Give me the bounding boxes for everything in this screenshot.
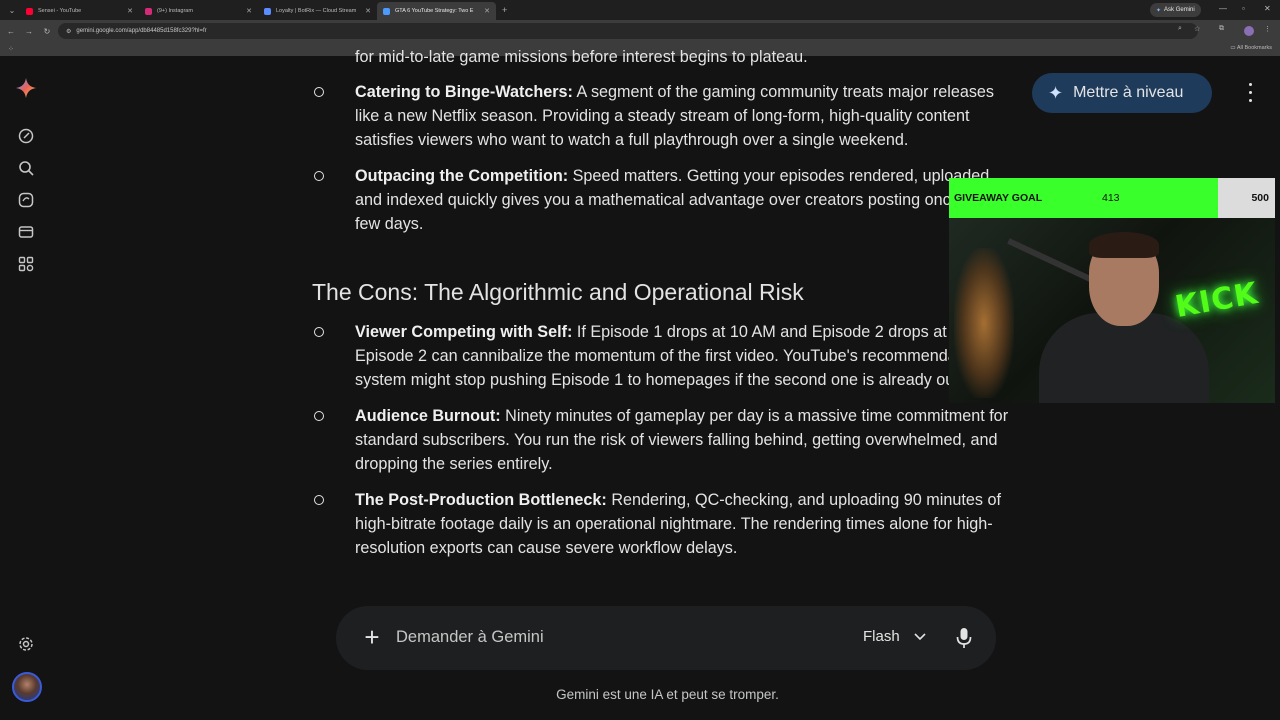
prompt-input-box[interactable]: + Demander à Gemini Flash xyxy=(336,606,996,670)
gemini-logo-icon[interactable] xyxy=(16,78,36,98)
hollow-bullet-icon xyxy=(314,411,324,421)
tab-title: (9+) Instagram xyxy=(157,8,193,14)
hollow-bullet-icon xyxy=(314,495,324,505)
browser-tab[interactable]: Loyalty | BotRix — Cloud Stream ✕ xyxy=(258,2,377,20)
webcam-person-hair xyxy=(1089,232,1159,258)
webcam-person-body xyxy=(1039,313,1209,403)
add-attachment-icon[interactable]: + xyxy=(360,624,384,650)
browser-tab[interactable]: Sensei - YouTube ✕ xyxy=(20,2,139,20)
model-label: Flash xyxy=(863,628,900,645)
url-text: gemini.google.com/app/db84485d158fc329?h… xyxy=(76,28,207,34)
goal-target-count: 500 xyxy=(1251,192,1269,204)
new-chat-icon[interactable] xyxy=(16,126,36,146)
list-item-title: Audience Burnout: xyxy=(355,407,501,425)
library-icon[interactable] xyxy=(16,222,36,242)
close-tab-icon[interactable]: ✕ xyxy=(365,7,371,15)
folder-icon: ▭ xyxy=(1230,45,1236,51)
apps-icon[interactable] xyxy=(16,254,36,274)
webcam-mic-arm xyxy=(1007,238,1096,284)
instagram-favicon-icon xyxy=(145,7,152,15)
tab-title: GTA 6 YouTube Strategy: Two E xyxy=(395,8,474,14)
bookmark-star-icon[interactable]: ☆ xyxy=(1194,25,1200,33)
close-tab-icon[interactable]: ✕ xyxy=(127,7,133,15)
more-options-icon[interactable] xyxy=(1240,80,1260,104)
address-bar[interactable]: ⚙ gemini.google.com/app/db84485d158fc329… xyxy=(58,23,1198,39)
kick-neon-sign: KICK xyxy=(1172,275,1262,326)
search-icon[interactable] xyxy=(16,158,36,178)
hollow-bullet-icon xyxy=(314,171,324,181)
hollow-bullet-icon xyxy=(314,327,324,337)
extensions-icon[interactable]: ⧉ xyxy=(1219,25,1224,33)
all-bookmarks-button[interactable]: ▭ All Bookmarks xyxy=(1230,45,1272,51)
giveaway-goal-bar: GIVEAWAY GOAL 413 500 xyxy=(949,178,1275,218)
prompt-placeholder[interactable]: Demander à Gemini xyxy=(396,628,544,647)
maximize-icon[interactable]: ▫ xyxy=(1242,4,1245,13)
browser-tab-bar: ⌄ Sensei - YouTube ✕ (9+) Instagram ✕ Lo… xyxy=(0,0,1280,20)
goal-current-count: 413 xyxy=(1102,192,1120,204)
ask-gemini-button[interactable]: ✦ Ask Gemini xyxy=(1150,3,1201,17)
webcam-overlay: KICK xyxy=(949,218,1275,403)
list-item-text: Catering to Binge-Watchers: A segment of… xyxy=(355,80,1020,152)
list-item-title: Viewer Competing with Self: xyxy=(355,323,573,341)
list-item-title: The Post-Production Bottleneck: xyxy=(355,491,607,509)
settings-gear-icon[interactable] xyxy=(16,634,36,654)
all-bookmarks-label: All Bookmarks xyxy=(1236,45,1272,51)
left-rail xyxy=(0,56,52,720)
model-selector[interactable]: Flash xyxy=(863,628,926,645)
list-item-text: Outpacing the Competition: Speed matters… xyxy=(355,164,1020,236)
minimize-icon[interactable]: — xyxy=(1219,4,1227,13)
tab-title: Loyalty | BotRix — Cloud Stream xyxy=(276,8,357,14)
botrix-favicon-icon xyxy=(264,7,271,15)
hollow-bullet-icon xyxy=(314,87,324,97)
list-item-text: Viewer Competing with Self: If Episode 1… xyxy=(355,320,1020,392)
gemini-spark-icon: ✦ xyxy=(1156,7,1162,14)
list-item-text: Audience Burnout: Ninety minutes of game… xyxy=(355,404,1020,476)
section-heading: The Cons: The Algorithmic and Operationa… xyxy=(312,279,804,305)
tab-title: Sensei - YouTube xyxy=(38,8,82,14)
gems-icon[interactable] xyxy=(16,190,36,210)
browser-tab-active[interactable]: GTA 6 YouTube Strategy: Two E ✕ xyxy=(377,2,496,20)
browser-menu-icon[interactable]: ⋮ xyxy=(1264,25,1271,33)
chevron-down-icon xyxy=(914,632,926,640)
browser-tab[interactable]: (9+) Instagram ✕ xyxy=(139,2,258,20)
goal-label: GIVEAWAY GOAL xyxy=(954,192,1043,204)
youtube-favicon-icon xyxy=(26,7,33,15)
ask-gemini-label: Ask Gemini xyxy=(1164,7,1195,13)
zoom-icon[interactable]: ⌕ xyxy=(1178,25,1182,33)
close-window-icon[interactable]: ✕ xyxy=(1264,4,1271,13)
browser-toolbar: ← → ↻ ⚙ gemini.google.com/app/db84485d15… xyxy=(0,20,1280,42)
close-tab-icon[interactable]: ✕ xyxy=(484,7,490,15)
back-arrow-icon[interactable]: ← xyxy=(2,27,20,36)
forward-arrow-icon[interactable]: → xyxy=(20,27,38,36)
profile-avatar[interactable] xyxy=(1244,26,1254,36)
reload-icon[interactable]: ↻ xyxy=(38,27,56,36)
new-tab-button[interactable]: + xyxy=(502,5,507,15)
site-info-icon[interactable]: ⚙ xyxy=(66,28,71,35)
list-item-text: The Post-Production Bottleneck: Renderin… xyxy=(355,488,1020,560)
list-item-title: Catering to Binge-Watchers: xyxy=(355,83,573,101)
tab-search-icon[interactable]: ⌄ xyxy=(4,3,20,17)
clipped-paragraph-line: for mid-to-late game missions before int… xyxy=(355,48,808,66)
upgrade-label: Mettre à niveau xyxy=(1073,84,1184,101)
microphone-icon[interactable] xyxy=(954,625,974,651)
upgrade-button[interactable]: ✦ Mettre à niveau xyxy=(1032,73,1212,113)
gemini-app: for mid-to-late game missions before int… xyxy=(0,48,1280,720)
gemini-favicon-icon xyxy=(383,7,390,15)
webcam-lamp xyxy=(954,248,1014,398)
disclaimer-text: Gemini est une IA et peut se tromper. xyxy=(556,687,779,702)
apps-grid-icon[interactable]: ⁘ xyxy=(8,45,14,53)
list-item-title: Outpacing the Competition: xyxy=(355,167,569,185)
close-tab-icon[interactable]: ✕ xyxy=(246,7,252,15)
sparkle-icon: ✦ xyxy=(1048,82,1064,103)
